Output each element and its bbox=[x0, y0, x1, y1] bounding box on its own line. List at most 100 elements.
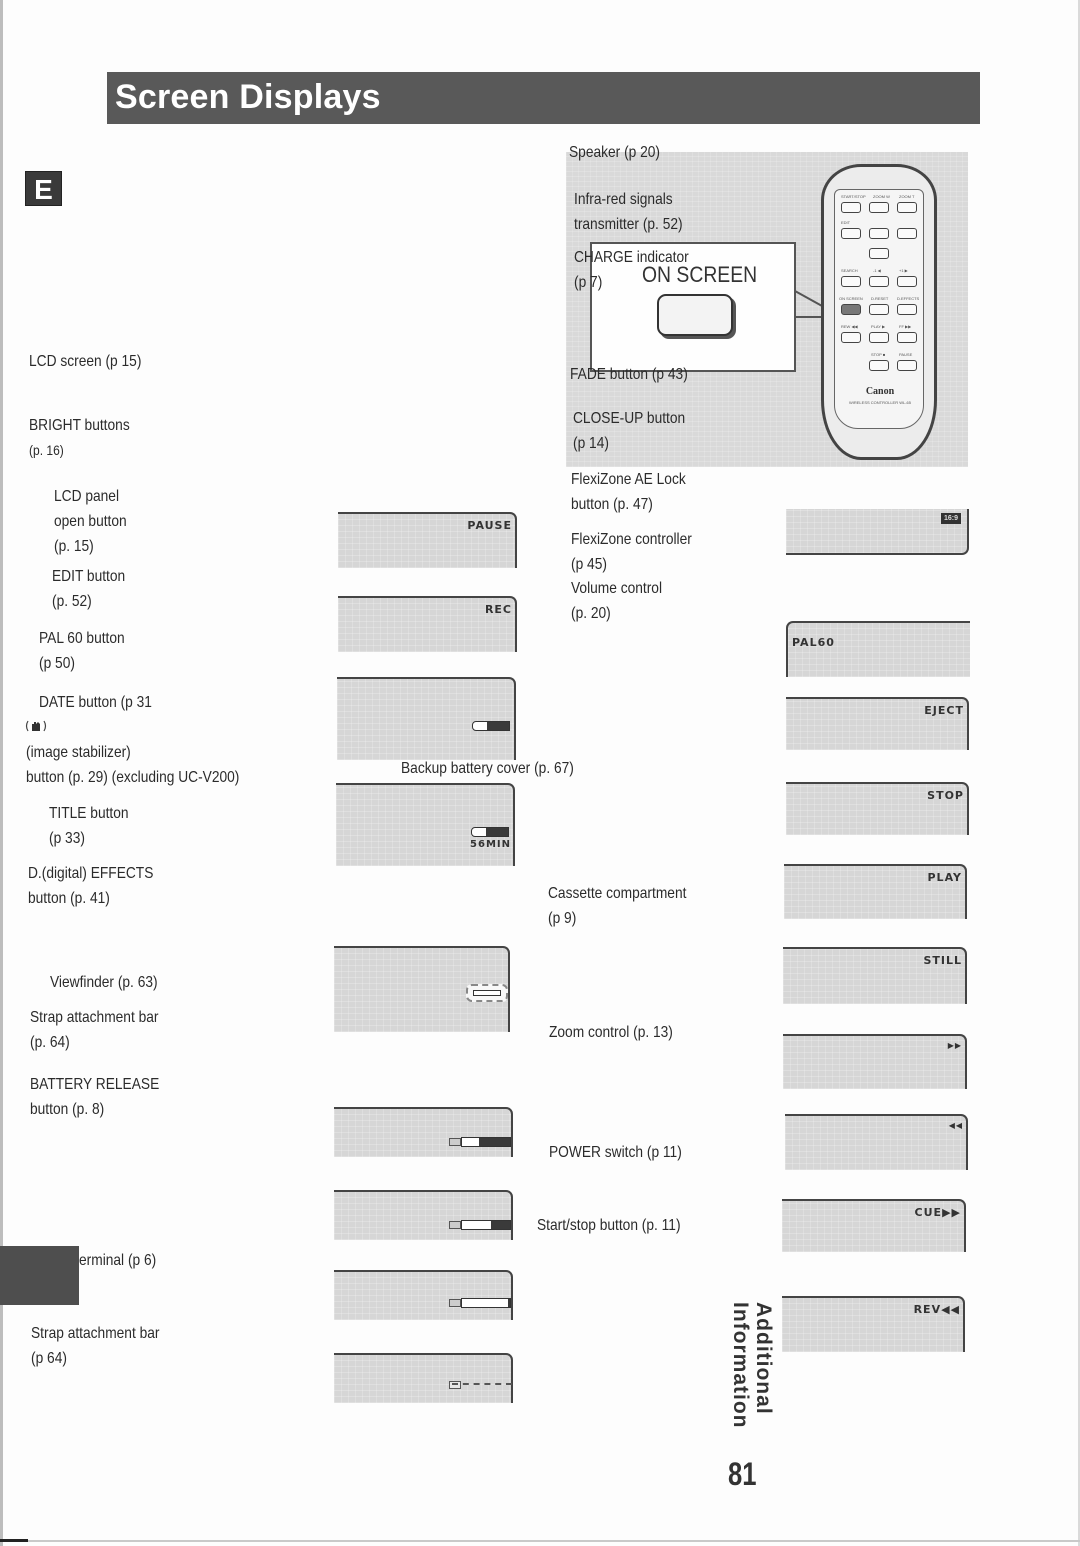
page-title: Screen Displays bbox=[107, 72, 980, 124]
remote-key-play bbox=[869, 332, 889, 343]
battery-level-icon bbox=[461, 1298, 511, 1308]
remote-key-minus1 bbox=[869, 276, 889, 287]
remote-key-label: ZOOM T bbox=[899, 194, 915, 199]
battery-level-icon bbox=[472, 721, 510, 731]
label-power-switch: POWER switch (p 11) bbox=[549, 1144, 682, 1161]
battery-terminal-icon bbox=[449, 1221, 461, 1229]
rewind-icon: ◀◀ bbox=[948, 1121, 963, 1130]
label-strap-attachment-bar-2: Strap attachment bar (p 64) bbox=[31, 1321, 160, 1371]
label-fade-button: FADE button (p 43) bbox=[570, 366, 688, 383]
battery-fill bbox=[478, 1138, 510, 1146]
lcd-display-pal60: PAL60 bbox=[786, 621, 970, 677]
lcd-indicator-text: PAUSE bbox=[467, 519, 512, 532]
section-tab-line1: Additional bbox=[752, 1302, 775, 1415]
remote-key-rew bbox=[841, 332, 861, 343]
battery-terminal-icon bbox=[449, 1138, 461, 1146]
label-line: TITLE button bbox=[49, 805, 129, 822]
lcd-indicator-text: PLAY bbox=[927, 871, 962, 884]
lcd-display-battery bbox=[337, 677, 516, 760]
label-line: button (p. 8) bbox=[30, 1101, 105, 1118]
lcd-indicator-text: CUE▶▶ bbox=[914, 1206, 961, 1219]
lcd-display-fast-forward: ▶▶ bbox=[783, 1034, 967, 1089]
label-lcd-panel-open-button: LCD panel open button (p. 15) bbox=[54, 484, 127, 559]
battery-terminal-icon bbox=[449, 1299, 461, 1307]
remote-key-area: START/STOP ZOOM W ZOOM T EDIT SEARCH -1 … bbox=[834, 189, 924, 429]
label-viewfinder: Viewfinder (p. 63) bbox=[50, 974, 158, 991]
label-line: FlexiZone controller bbox=[571, 531, 692, 548]
remote-key-label: D.EFFECTS bbox=[897, 296, 920, 301]
remote-brand-logo: Canon bbox=[865, 386, 895, 397]
label-title-button: TITLE button (p 33) bbox=[49, 801, 129, 851]
label-edit-button: EDIT button (p. 52) bbox=[52, 564, 125, 614]
label-close-up-button: CLOSE-UP button (p 14) bbox=[573, 406, 685, 456]
label-line: BATTERY RELEASE bbox=[30, 1076, 160, 1093]
label-line: button (p. 47) bbox=[571, 496, 653, 513]
label-line: Strap attachment bar bbox=[31, 1325, 160, 1342]
label-line: PAL 60 button bbox=[39, 630, 125, 647]
side-tab-block bbox=[0, 1246, 79, 1305]
label-bright-buttons: BRIGHT buttons (p. 16) bbox=[29, 413, 130, 463]
remote-key-label: START/STOP bbox=[841, 194, 866, 199]
battery-level-icon bbox=[471, 827, 509, 837]
remote-key-label: ZOOM W bbox=[873, 194, 890, 199]
lcd-display-rec: REC bbox=[338, 596, 517, 652]
page-bottom-rule bbox=[0, 1540, 1080, 1542]
label-infrared-transmitter: Infra-red signals transmitter (p. 52) bbox=[574, 187, 683, 237]
lcd-indicator-text: PAL60 bbox=[792, 636, 835, 649]
lcd-indicator-text: REC bbox=[484, 603, 512, 616]
remote-key-up bbox=[869, 228, 889, 239]
lcd-display-battery-level-2 bbox=[334, 1190, 513, 1240]
lcd-display-still: STILL bbox=[783, 947, 967, 1004]
remote-key-stop bbox=[869, 360, 889, 371]
label-battery-release-button: BATTERY RELEASE button (p. 8) bbox=[30, 1072, 159, 1122]
remote-key-search bbox=[841, 276, 861, 287]
label-line: (image stabilizer) bbox=[26, 744, 131, 761]
lcd-indicator-text: STILL bbox=[923, 954, 962, 967]
label-lcd-screen: LCD screen (p 15) bbox=[29, 353, 142, 370]
remote-key-ff bbox=[897, 332, 917, 343]
page-edge-left bbox=[0, 0, 3, 1546]
widescreen-badge-icon: 16:9 bbox=[941, 513, 961, 524]
label-line: (p. 15) bbox=[54, 538, 94, 555]
label-line: (p 64) bbox=[31, 1350, 67, 1367]
remote-key-on-screen bbox=[841, 304, 861, 315]
label-line: Cassette compartment bbox=[548, 885, 687, 902]
remote-key-label: STOP ■ bbox=[871, 352, 886, 357]
label-line: Volume control bbox=[571, 580, 663, 597]
label-line: CLOSE-UP button bbox=[573, 410, 686, 427]
label-flexizone-ae-lock: FlexiZone AE Lock button (p. 47) bbox=[571, 467, 686, 517]
label-line: (p 33) bbox=[49, 830, 85, 847]
label-line: (p. 16) bbox=[29, 442, 64, 458]
remote-key-label: PLAY ▶ bbox=[871, 324, 886, 329]
lcd-display-battery-empty bbox=[334, 1353, 513, 1403]
remote-key-zoom-t bbox=[897, 202, 917, 213]
remote-key-down bbox=[869, 248, 889, 259]
remote-key-label: ON SCREEN bbox=[839, 296, 863, 301]
remote-key-right bbox=[897, 228, 917, 239]
label-line: D.(digital) EFFECTS bbox=[28, 865, 154, 882]
label-line: LCD panel bbox=[54, 488, 120, 505]
label-line: transmitter (p. 52) bbox=[574, 216, 683, 233]
label-line: button (p. 29) (excluding UC-V200) bbox=[26, 769, 240, 786]
label-line: Strap attachment bar bbox=[30, 1009, 159, 1026]
remote-key-left bbox=[841, 228, 861, 239]
remote-key-label: PAUSE bbox=[899, 352, 913, 357]
battery-fill bbox=[486, 828, 508, 836]
lcd-display-battery-remaining: 56MIN bbox=[336, 783, 515, 866]
label-pal60-button: PAL 60 button (p 50) bbox=[39, 626, 125, 676]
battery-level-icon bbox=[461, 1220, 511, 1230]
label-date-button: DATE button (p 31 bbox=[39, 694, 152, 711]
label-line: EDIT button bbox=[52, 568, 126, 585]
remote-key-label: SEARCH bbox=[841, 268, 858, 273]
language-tab: E bbox=[25, 171, 62, 206]
wireless-remote-controller: START/STOP ZOOM W ZOOM T EDIT SEARCH -1 … bbox=[821, 164, 937, 460]
remote-key-label: -1 ◀ bbox=[873, 268, 881, 273]
lcd-display-stop: STOP bbox=[786, 782, 969, 835]
label-zoom-control: Zoom control (p. 13) bbox=[549, 1024, 673, 1041]
label-line: Infra-red signals bbox=[574, 191, 673, 208]
lcd-display-rewind: ◀◀ bbox=[785, 1114, 968, 1170]
battery-level-icon bbox=[461, 1137, 511, 1147]
remote-key-label: REW ◀◀ bbox=[841, 324, 858, 329]
label-line: (p 50) bbox=[39, 655, 75, 672]
remote-key-d-effects bbox=[897, 304, 917, 315]
